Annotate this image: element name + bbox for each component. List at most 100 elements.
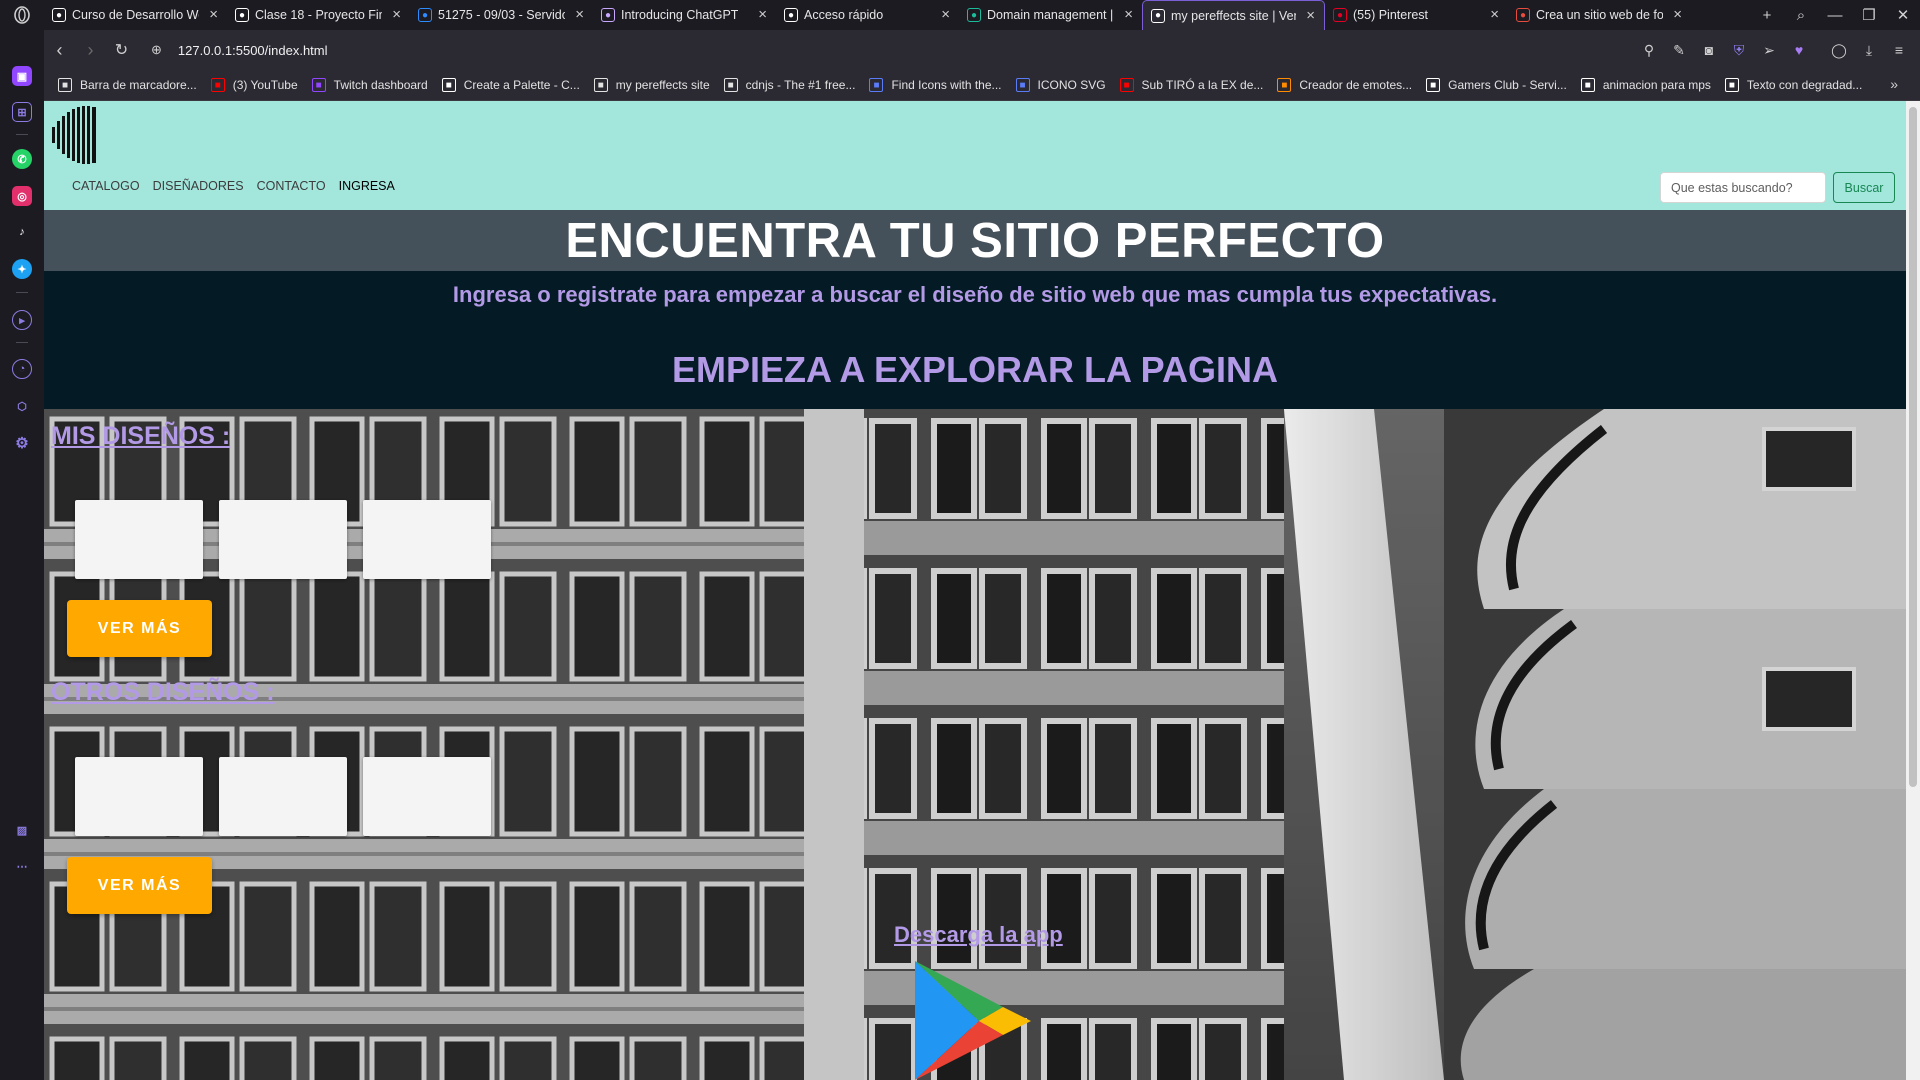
- minimize-icon[interactable]: —: [1818, 0, 1852, 30]
- close-tab-icon[interactable]: ×: [1673, 7, 1682, 22]
- gallery-icon[interactable]: ▨: [12, 820, 32, 840]
- close-tab-icon[interactable]: ×: [209, 7, 218, 22]
- more-options-icon[interactable]: ⋯: [12, 856, 32, 876]
- whatsapp-icon[interactable]: ✆: [12, 149, 32, 169]
- browser-tab[interactable]: ● (55) Pinterest ×: [1325, 0, 1508, 30]
- tab-title: Clase 18 - Proyecto Final: [255, 8, 382, 22]
- bookmark-item[interactable]: ■ Create a Palette - C...: [441, 78, 580, 92]
- youtube-icon: ■: [210, 78, 225, 92]
- ver-mas-button[interactable]: VER MÁS: [67, 857, 212, 914]
- close-tab-icon[interactable]: ×: [941, 7, 950, 22]
- find-icon[interactable]: ⚲: [1636, 30, 1662, 70]
- design-card[interactable]: [75, 500, 203, 579]
- bookmark-item[interactable]: ■ cdnjs - The #1 free...: [723, 78, 855, 92]
- new-tab-icon[interactable]: +: [1750, 0, 1784, 30]
- bookmark-label: Twitch dashboard: [333, 78, 428, 92]
- browser-tab[interactable]: ● Introducing ChatGPT ×: [593, 0, 776, 30]
- bookmark-item[interactable]: ■ (3) YouTube: [210, 78, 298, 92]
- search-button[interactable]: Buscar: [1833, 172, 1895, 203]
- otros-disenos-heading[interactable]: OTROS DISEÑOS :: [51, 678, 275, 707]
- favorites-heart-icon[interactable]: ♥: [1786, 30, 1812, 70]
- bookmark-item[interactable]: ■ Gamers Club - Servi...: [1426, 78, 1567, 92]
- design-card[interactable]: [363, 500, 491, 579]
- browser-tab[interactable]: ● Curso de Desarrollo Web ×: [44, 0, 227, 30]
- back-icon[interactable]: ‹: [44, 30, 75, 70]
- restore-icon[interactable]: ❐: [1852, 0, 1886, 30]
- scrollbar-thumb[interactable]: [1909, 107, 1917, 787]
- nav-disenadores[interactable]: DISEÑADORES: [153, 179, 244, 193]
- reload-icon[interactable]: ↻: [106, 30, 137, 70]
- search-input[interactable]: [1660, 172, 1826, 203]
- history-icon[interactable]: ◔: [12, 359, 32, 379]
- ver-mas-button[interactable]: VER MÁS: [67, 600, 212, 657]
- downloads-icon[interactable]: ⤓: [1856, 30, 1882, 70]
- bookmark-item[interactable]: ■ Find Icons with the...: [869, 78, 1002, 92]
- extensions-cube-icon[interactable]: ⬡: [12, 396, 32, 416]
- easy-setup-icon[interactable]: ≡: [1886, 30, 1912, 70]
- browser-tab[interactable]: ● my pereffects site | Vent ×: [1142, 0, 1325, 30]
- close-tab-icon[interactable]: ×: [1490, 7, 1499, 22]
- design-card[interactable]: [219, 500, 347, 579]
- tab-title: Curso de Desarrollo Web: [72, 8, 199, 22]
- instagram-icon[interactable]: ◎: [12, 186, 32, 206]
- bookmark-item[interactable]: ■ ICONO SVG: [1015, 78, 1106, 92]
- send-icon[interactable]: ➢: [1756, 30, 1782, 70]
- tab-search-icon[interactable]: ⌕: [1784, 0, 1818, 30]
- nav-contacto[interactable]: CONTACTO: [257, 179, 326, 193]
- close-tab-icon[interactable]: ×: [1306, 8, 1315, 23]
- bookmark-item[interactable]: ■ Twitch dashboard: [311, 78, 428, 92]
- site-info-icon[interactable]: ⊕: [151, 42, 162, 58]
- browser-tab[interactable]: ● Acceso rápido ×: [776, 0, 959, 30]
- url-field[interactable]: ⊕ 127.0.0.1:5500/index.html: [151, 42, 328, 58]
- workspaces-icon[interactable]: ⊞: [12, 102, 32, 122]
- opera-menu-icon[interactable]: [0, 0, 44, 30]
- bookmark-label: Creador de emotes...: [1299, 78, 1413, 92]
- nav-ingresa[interactable]: INGRESA: [339, 179, 395, 193]
- bookmark-label: Sub TIRÓ a la EX de...: [1141, 78, 1264, 92]
- close-window-icon[interactable]: ✕: [1886, 0, 1920, 30]
- mis-disenos-heading[interactable]: MIS DISEÑOS :: [51, 422, 230, 451]
- browser-tab[interactable]: ● 51275 - 09/03 - Servidor ×: [410, 0, 593, 30]
- class-favicon-icon: ●: [235, 8, 249, 22]
- close-tab-icon[interactable]: ×: [758, 7, 767, 22]
- close-tab-icon[interactable]: ×: [392, 7, 401, 22]
- browser-tab[interactable]: ● Domain management | S ×: [959, 0, 1142, 30]
- bookmark-label: Texto con degradad...: [1746, 78, 1863, 92]
- bookmark-item[interactable]: ■ animacion para mps: [1580, 78, 1711, 92]
- courses-favicon-icon: ●: [52, 8, 66, 22]
- profile-icon[interactable]: ◯: [1826, 30, 1852, 70]
- address-bar: ‹ › ↻ ⊕ 127.0.0.1:5500/index.html ⚲ ✎ ◙ …: [44, 30, 1920, 70]
- nav-catalogo[interactable]: CATALOGO: [72, 179, 140, 193]
- tab-title: Crea un sitio web de foto: [1536, 8, 1663, 22]
- browser-tab[interactable]: ● Crea un sitio web de foto ×: [1508, 0, 1691, 30]
- twitter-icon[interactable]: ✦: [12, 259, 32, 279]
- bookmark-item[interactable]: ■ my pereffects site: [593, 78, 710, 92]
- close-tab-icon[interactable]: ×: [575, 7, 584, 22]
- design-card[interactable]: [363, 757, 491, 836]
- vpn-icon[interactable]: ⛨: [1726, 30, 1752, 70]
- design-card[interactable]: [219, 757, 347, 836]
- page-scrollbar[interactable]: [1906, 101, 1920, 1080]
- forward-icon[interactable]: ›: [75, 30, 106, 70]
- download-app-link[interactable]: Descarga la app: [894, 922, 1063, 948]
- edit-icon[interactable]: ✎: [1666, 30, 1692, 70]
- twitch-icon[interactable]: ▣: [12, 66, 32, 86]
- snapshot-icon[interactable]: ◙: [1696, 30, 1722, 70]
- bookmark-label: (3) YouTube: [232, 78, 298, 92]
- settings-gear-icon[interactable]: ⚙: [12, 433, 32, 453]
- tiktok-icon[interactable]: ♪: [12, 222, 32, 242]
- browser-tab[interactable]: ● Clase 18 - Proyecto Final ×: [227, 0, 410, 30]
- bookmarks-overflow-icon[interactable]: »: [1890, 76, 1898, 92]
- bookmark-item[interactable]: ■ Sub TIRÓ a la EX de...: [1119, 78, 1264, 92]
- domain-favicon-icon: ●: [967, 8, 981, 22]
- bookmark-item[interactable]: ■ Texto con degradad...: [1724, 78, 1863, 92]
- close-tab-icon[interactable]: ×: [1124, 7, 1133, 22]
- bookmark-item[interactable]: ■ Barra de marcadore...: [58, 78, 197, 92]
- site-logo-icon[interactable]: [50, 105, 102, 170]
- google-play-icon[interactable]: [913, 959, 1031, 1080]
- bookmark-item[interactable]: ■ Creador de emotes...: [1277, 78, 1412, 92]
- gamersclub-icon: ■: [1426, 78, 1441, 92]
- openai-favicon-icon: ●: [601, 8, 615, 22]
- player-icon[interactable]: ▸: [12, 310, 32, 330]
- design-card[interactable]: [75, 757, 203, 836]
